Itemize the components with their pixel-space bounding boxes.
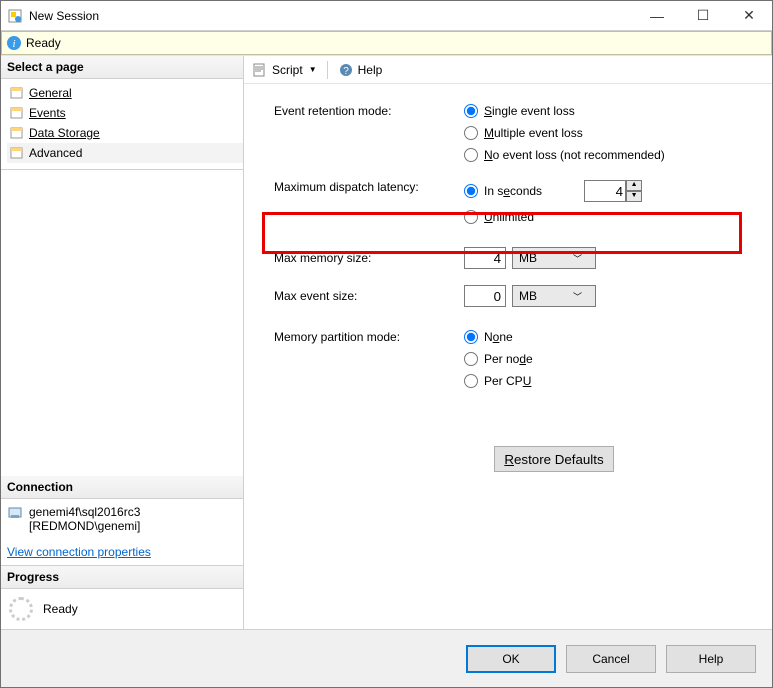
- dialog-footer: OK Cancel Help: [1, 629, 772, 687]
- new-session-window: New Session — ☐ ✕ i Ready Select a page …: [0, 0, 773, 688]
- page-icon: [9, 85, 25, 101]
- page-icon: [9, 125, 25, 141]
- connection-user: [REDMOND\genemi]: [29, 519, 140, 533]
- close-button[interactable]: ✕: [726, 1, 772, 30]
- chevron-down-icon: ▼: [309, 65, 317, 74]
- sidebar-item-data-storage[interactable]: Data Storage: [7, 123, 243, 143]
- progress-header: Progress: [1, 566, 243, 589]
- info-icon: i: [6, 35, 22, 51]
- connection-section: Connection genemi4f\sql2016rc3 [REDMOND\…: [1, 476, 243, 566]
- dispatch-seconds-input[interactable]: [584, 180, 626, 202]
- ready-text: Ready: [26, 36, 61, 50]
- sidebar-item-general[interactable]: General: [7, 83, 243, 103]
- sidebar: Select a page General Events Data Storag…: [1, 56, 244, 629]
- svg-text:?: ?: [343, 66, 349, 77]
- memory-partition-label: Memory partition mode:: [274, 330, 464, 344]
- retention-multiple-radio[interactable]: Multiple event loss: [464, 126, 665, 140]
- connection-header: Connection: [1, 476, 243, 499]
- max-memory-label: Max memory size:: [274, 251, 464, 265]
- dispatch-unlimited-radio[interactable]: Unlimited: [464, 210, 642, 224]
- page-icon: [9, 105, 25, 121]
- restore-defaults-button[interactable]: Restore Defaults: [494, 446, 614, 472]
- view-connection-properties-link[interactable]: View connection properties: [1, 539, 157, 565]
- max-memory-unit-combo[interactable]: MB ﹀: [512, 247, 596, 269]
- connection-server: genemi4f\sql2016rc3: [29, 505, 140, 519]
- chevron-down-icon: ﹀: [554, 252, 595, 265]
- help-toolbar-button[interactable]: ? Help: [334, 60, 387, 80]
- page-icon: [9, 145, 25, 161]
- max-event-unit-combo[interactable]: MB ﹀: [512, 285, 596, 307]
- partition-none-radio[interactable]: None: [464, 330, 533, 344]
- spin-down-button[interactable]: ▼: [626, 191, 642, 202]
- help-icon: ?: [338, 62, 354, 78]
- partition-per-cpu-radio[interactable]: Per CPU: [464, 374, 533, 388]
- event-retention-label: Event retention mode:: [274, 104, 464, 118]
- help-button[interactable]: Help: [666, 645, 756, 673]
- ok-button[interactable]: OK: [466, 645, 556, 673]
- server-icon: [7, 505, 23, 521]
- minimize-button[interactable]: —: [634, 1, 680, 30]
- max-event-label: Max event size:: [274, 289, 464, 303]
- partition-per-node-radio[interactable]: Per node: [464, 352, 533, 366]
- sidebar-item-advanced[interactable]: Advanced: [7, 143, 243, 163]
- window-title: New Session: [29, 9, 634, 23]
- ready-bar: i Ready: [1, 31, 772, 55]
- combo-value: MB: [513, 289, 554, 303]
- page-label: Events: [29, 106, 66, 120]
- progress-section: Progress Ready: [1, 566, 243, 629]
- connection-info: genemi4f\sql2016rc3 [REDMOND\genemi]: [29, 505, 140, 533]
- advanced-form: Event retention mode: Single event loss …: [244, 84, 772, 629]
- spin-up-button[interactable]: ▲: [626, 180, 642, 191]
- combo-value: MB: [513, 251, 554, 265]
- chevron-down-icon: ﹀: [554, 290, 595, 303]
- titlebar: New Session — ☐ ✕: [1, 1, 772, 31]
- max-dispatch-label: Maximum dispatch latency:: [274, 180, 464, 194]
- page-label: General: [29, 86, 72, 100]
- dispatch-seconds-radio[interactable]: In seconds ▲ ▼: [464, 180, 642, 202]
- svg-text:i: i: [12, 38, 15, 50]
- script-label: Script: [272, 63, 303, 77]
- main-panel: Script ▼ ? Help Event retention mode: Si…: [244, 56, 772, 629]
- maximize-button[interactable]: ☐: [680, 1, 726, 30]
- retention-single-radio[interactable]: Single event loss: [464, 104, 665, 118]
- retention-none-radio[interactable]: No event loss (not recommended): [464, 148, 665, 162]
- toolbar-separator: [327, 61, 328, 79]
- page-label: Data Storage: [29, 126, 100, 140]
- toolbar: Script ▼ ? Help: [244, 56, 772, 84]
- page-label: Advanced: [29, 146, 82, 160]
- progress-text: Ready: [43, 602, 78, 616]
- sidebar-item-events[interactable]: Events: [7, 103, 243, 123]
- script-icon: [252, 62, 268, 78]
- script-button[interactable]: Script ▼: [248, 60, 321, 80]
- select-page-section: Select a page General Events Data Storag…: [1, 56, 243, 170]
- max-event-input[interactable]: [464, 285, 506, 307]
- cancel-button[interactable]: Cancel: [566, 645, 656, 673]
- max-memory-input[interactable]: [464, 247, 506, 269]
- progress-spinner-icon: [9, 597, 33, 621]
- window-buttons: — ☐ ✕: [634, 1, 772, 30]
- select-page-header: Select a page: [1, 56, 243, 79]
- app-icon: [7, 8, 23, 24]
- help-label: Help: [358, 63, 383, 77]
- page-list: General Events Data Storage Advanced: [1, 79, 243, 169]
